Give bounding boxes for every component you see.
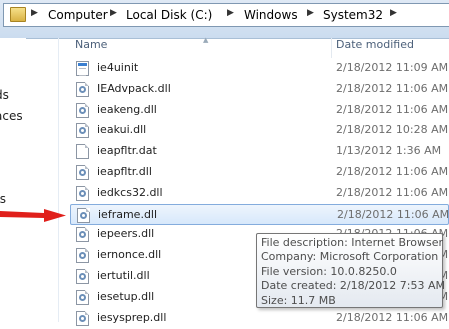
dll-icon: [76, 289, 89, 305]
dll-icon: [76, 165, 89, 180]
file-date-modified: 2/18/2012 10:28 AM: [336, 123, 449, 137]
dll-icon: [76, 102, 89, 118]
file-name: iesetup.dll: [97, 289, 155, 303]
breadcrumb-chevron-icon[interactable]: ▶: [31, 8, 38, 18]
file-date-modified: 2/18/2012 11:06 AM: [336, 185, 449, 199]
file-icon: [76, 144, 89, 160]
file-name: ieapfltr.dat: [97, 144, 157, 158]
breadcrumb-chevron-icon[interactable]: ▶: [227, 8, 234, 18]
breadcrumb-computer[interactable]: Computer: [48, 8, 108, 22]
breadcrumb-system32[interactable]: System32: [323, 8, 383, 22]
dll-icon: [76, 123, 89, 139]
file-date-modified: 2/18/2012 11:06 AM: [337, 207, 449, 221]
dll-icon: [76, 310, 89, 326]
red-arrow-icon: [0, 209, 66, 222]
pane-splitter[interactable]: [58, 38, 59, 322]
file-name: IEAdvpack.dll: [97, 81, 171, 95]
file-name: ieakeng.dll: [97, 102, 157, 116]
file-info-tooltip: File description: Internet Browser Compa…: [256, 233, 446, 308]
file-row[interactable]: ieframe.dll 2/18/2012 11:06 AM: [70, 203, 449, 225]
sort-up-icon: ▲: [203, 36, 209, 44]
file-name: ie4uinit: [97, 61, 139, 74]
breadcrumb-chevron-icon[interactable]: ▶: [110, 8, 117, 18]
column-header-date-modified[interactable]: Date modified: [336, 38, 414, 58]
explorer-toolbar: ▶ Computer ▶ Local Disk (C:) ▶ Windows ▶…: [0, 0, 449, 39]
file-row[interactable]: ieapfltr.dll 2/18/2012 11:06 AM: [70, 162, 449, 183]
file-name: ieakui.dll: [97, 123, 147, 137]
dll-icon: [76, 248, 89, 264]
dll-icon: [76, 269, 89, 284]
file-name: iernonce.dll: [97, 248, 162, 262]
file-row[interactable]: iesysprep.dll 2/18/2012 11:06 AM: [70, 308, 449, 329]
column-header-name[interactable]: Name: [75, 38, 107, 58]
breadcrumb-local-disk[interactable]: Local Disk (C:): [126, 8, 212, 22]
tooltip-size: Size: 11.7 MB: [261, 293, 336, 307]
breadcrumb-windows[interactable]: Windows: [244, 8, 298, 22]
nav-item-partial[interactable]: aces: [0, 109, 23, 123]
column-divider[interactable]: [331, 38, 332, 58]
dll-icon: [76, 185, 89, 201]
dll-icon: [76, 81, 89, 97]
file-date-modified: 2/18/2012 11:06 AM: [336, 102, 449, 116]
file-row[interactable]: iedkcs32.dll 2/18/2012 11:06 AM: [70, 183, 449, 204]
file-date-modified: 2/18/2012 11:06 AM: [336, 81, 449, 95]
file-name: ieapfltr.dll: [97, 165, 152, 178]
application-icon: [76, 61, 89, 76]
folder-icon: [10, 7, 26, 22]
breadcrumb-chevron-icon[interactable]: ▶: [390, 8, 397, 18]
file-name: iepeers.dll: [97, 227, 155, 241]
file-name: iedkcs32.dll: [97, 185, 163, 199]
file-row[interactable]: IEAdvpack.dll 2/18/2012 11:06 AM: [70, 79, 449, 100]
tooltip-description: File description: Internet Browser: [261, 236, 444, 249]
tooltip-version: File version: 10.0.8250.0: [261, 264, 397, 278]
nav-item-partial[interactable]: ds: [0, 88, 9, 102]
file-row[interactable]: ieakui.dll 2/18/2012 10:28 AM: [70, 120, 449, 141]
file-row[interactable]: ieakeng.dll 2/18/2012 11:06 AM: [70, 100, 449, 121]
file-name: iertutil.dll: [97, 269, 150, 282]
file-date-modified: 2/18/2012 11:09 AM: [336, 61, 449, 74]
breadcrumb-chevron-icon[interactable]: ▶: [307, 8, 314, 18]
file-row[interactable]: ieapfltr.dat 1/13/2012 1:36 AM: [70, 141, 449, 162]
tooltip-company: Company: Microsoft Corporation: [261, 250, 439, 264]
file-name: ieframe.dll: [98, 207, 158, 221]
file-date-modified: 2/18/2012 11:06 AM: [336, 165, 449, 178]
tooltip-created: Date created: 2/18/2012 7:53 AM: [261, 279, 446, 293]
file-date-modified: 1/13/2012 1:36 AM: [336, 144, 442, 158]
navigation-pane[interactable]: ds aces ts: [0, 38, 26, 322]
address-bar[interactable]: ▶ Computer ▶ Local Disk (C:) ▶ Windows ▶…: [3, 3, 449, 27]
file-row[interactable]: ie4uinit 2/18/2012 11:09 AM: [70, 58, 449, 79]
